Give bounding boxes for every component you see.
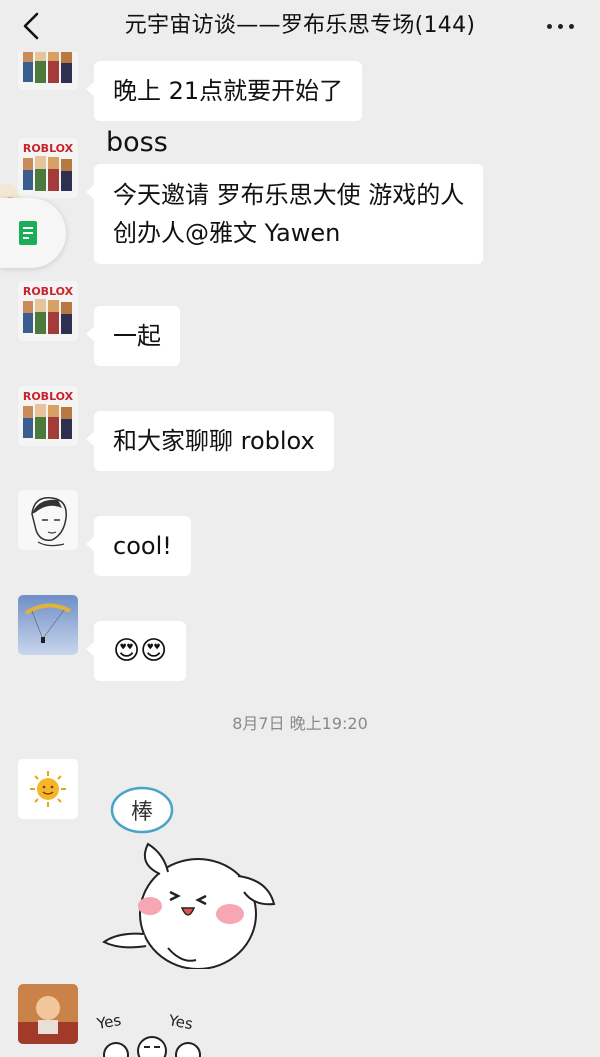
avatar[interactable]	[18, 595, 78, 655]
avatar[interactable]	[18, 984, 78, 1044]
avatar[interactable]: ROBLOX	[18, 386, 78, 446]
message-text: cool!	[113, 532, 172, 560]
svg-text:ROBLOX: ROBLOX	[23, 142, 74, 155]
message-text: 和大家聊聊 roblox	[113, 427, 315, 455]
chat-header: 元宇宙访谈——罗布乐思专场(144)	[0, 0, 600, 52]
document-icon	[19, 221, 37, 245]
message-bubble[interactable]: 😍😍	[85, 621, 187, 681]
message-bubble[interactable]: 一起	[86, 306, 180, 366]
avatar[interactable]: ROBLOX	[18, 52, 78, 90]
message-text: 一起	[113, 322, 161, 350]
sticker-image[interactable]: 棒	[98, 784, 278, 970]
message-text: 今天邀请 罗布乐思大使 游戏的人	[113, 181, 465, 209]
message-bubble[interactable]: 今天邀请 罗布乐思大使 游戏的人 创办人@雅文 Yawen	[85, 164, 484, 264]
chat-title: 元宇宙访谈——罗布乐思专场(144)	[124, 13, 476, 38]
avatar[interactable]	[18, 759, 78, 819]
message-list[interactable]: ROBLOX 晚上 21点就要开始了 ROBLOX boss 今天邀请 罗布乐思…	[0, 52, 600, 1057]
avatar[interactable]: ROBLOX	[18, 138, 78, 198]
message-text: 晚上 21点就要开始了	[113, 77, 344, 105]
message-timestamp: 8月7日 晚上19:20	[232, 714, 368, 733]
more-options-icon[interactable]	[542, 12, 578, 40]
sticker-image[interactable]: Yes Yes	[95, 1007, 206, 1057]
message-bubble[interactable]: cool!	[86, 516, 191, 576]
sticker-caption: Yes	[96, 1011, 123, 1033]
sticker-caption: Yes	[166, 1011, 194, 1033]
message-text: 创办人@雅文 Yawen	[113, 219, 341, 247]
avatar[interactable]	[18, 490, 78, 550]
svg-text:ROBLOX: ROBLOX	[23, 390, 74, 403]
sticker-caption: 棒	[131, 800, 153, 825]
sender-name: boss	[106, 127, 168, 158]
avatar[interactable]: ROBLOX	[18, 281, 78, 341]
floating-document-widget[interactable]	[0, 198, 66, 268]
svg-text:ROBLOX: ROBLOX	[23, 285, 74, 298]
message-bubble[interactable]: 和大家聊聊 roblox	[86, 411, 334, 471]
message-bubble[interactable]: 晚上 21点就要开始了	[85, 61, 363, 121]
emoji-text: 😍😍	[113, 636, 168, 666]
